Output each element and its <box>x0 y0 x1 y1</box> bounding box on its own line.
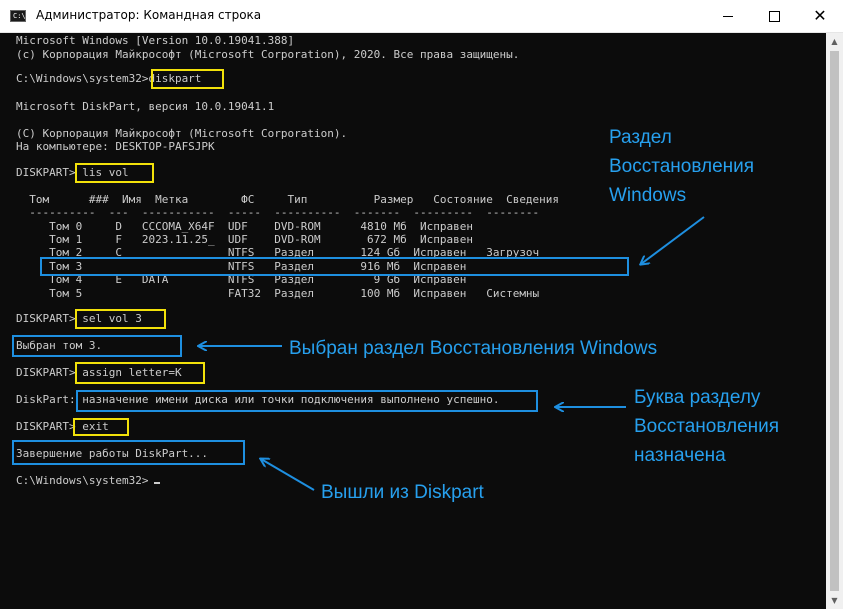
annotation-exited: Вышли из Diskpart <box>321 482 484 503</box>
annotation-arrows <box>0 216 705 491</box>
annotation-recovery-partition: Раздел Восстановления Windows <box>609 127 755 206</box>
annotation-selected: Выбран раздел Восстановления Windows <box>289 338 658 359</box>
annotation-letter-assigned: Буква разделу Восстановления назначена <box>634 387 780 466</box>
arrow-to-exit <box>261 459 315 491</box>
arrow-to-volume-3 <box>641 216 705 264</box>
